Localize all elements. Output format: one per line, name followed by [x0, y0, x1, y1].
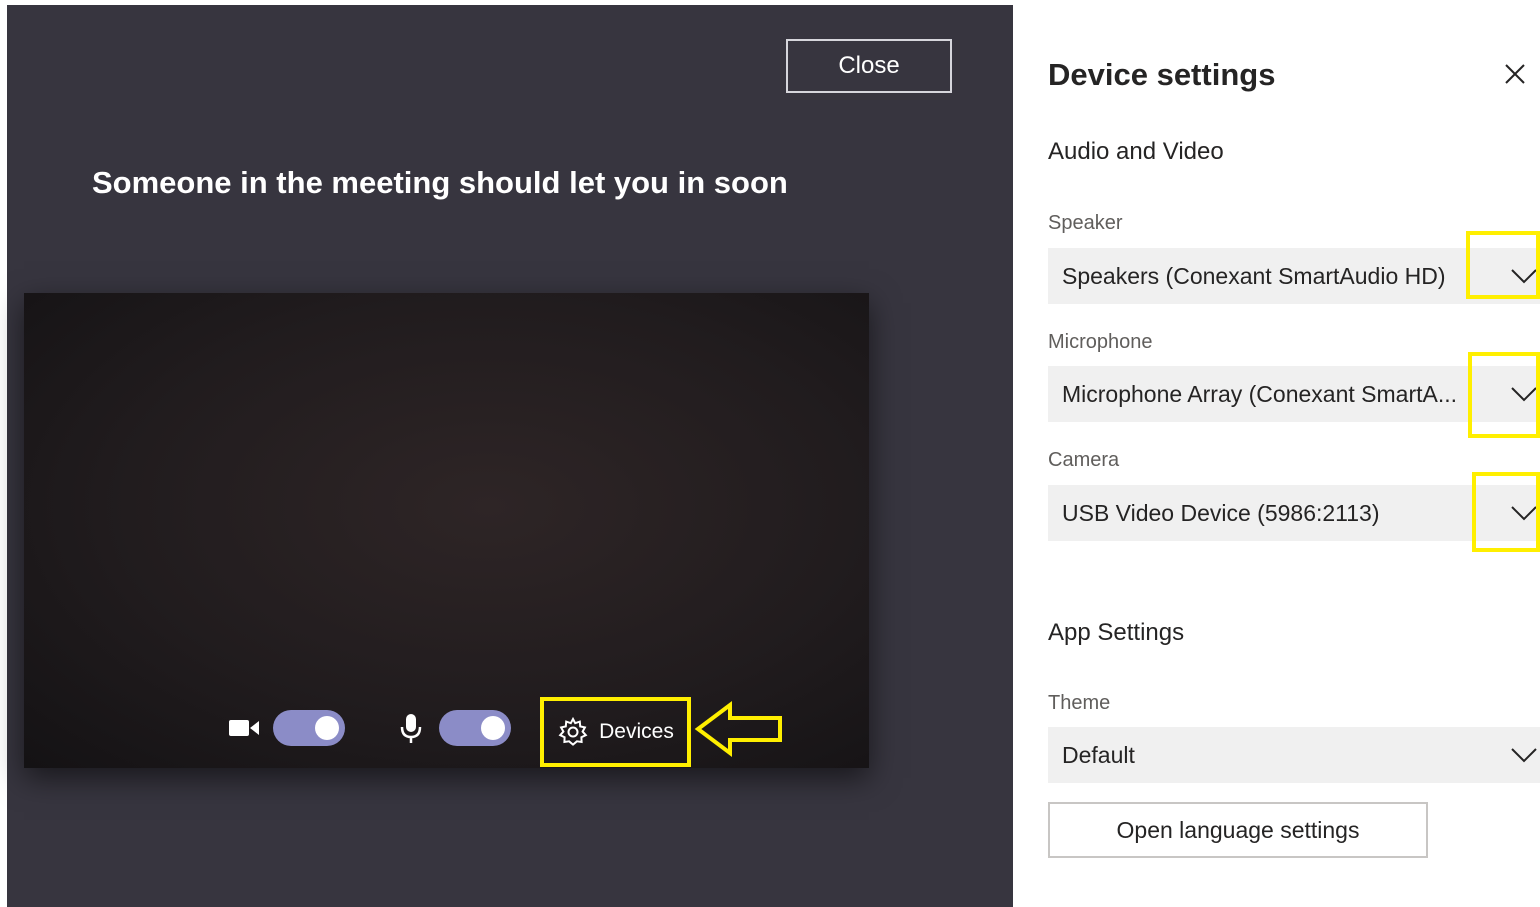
gear-icon [558, 716, 588, 746]
speaker-dropdown[interactable]: Speakers (Conexant SmartAudio HD) [1048, 248, 1540, 304]
microphone-label: Microphone [1048, 331, 1153, 353]
audio-video-heading: Audio and Video [1048, 138, 1224, 165]
devices-button[interactable]: Devices [540, 697, 691, 767]
camera-toggle-knob [315, 716, 339, 740]
speaker-label: Speaker [1048, 212, 1123, 234]
camera-value: USB Video Device (5986:2113) [1062, 500, 1380, 526]
open-language-settings-button[interactable]: Open language settings [1048, 802, 1428, 858]
video-camera-icon[interactable] [229, 717, 259, 739]
theme-dropdown[interactable]: Default [1048, 727, 1540, 783]
microphone-dropdown[interactable]: Microphone Array (Conexant SmartA... [1048, 366, 1540, 422]
waiting-message: Someone in the meeting should let you in… [92, 165, 788, 200]
theme-value: Default [1062, 742, 1135, 768]
annotation-arrow-icon [694, 701, 782, 757]
microphone-value: Microphone Array (Conexant SmartA... [1062, 381, 1457, 407]
chevron-down-icon [1511, 269, 1537, 284]
panel-title: Device settings [1048, 57, 1276, 92]
microphone-toggle[interactable] [439, 710, 511, 746]
camera-dropdown[interactable]: USB Video Device (5986:2113) [1048, 485, 1540, 541]
microphone-toggle-knob [481, 716, 505, 740]
app-settings-heading: App Settings [1048, 619, 1185, 646]
microphone-icon[interactable] [400, 714, 422, 744]
close-icon[interactable] [1503, 62, 1527, 86]
chevron-down-icon [1511, 387, 1537, 402]
speaker-value: Speakers (Conexant SmartAudio HD) [1062, 263, 1446, 289]
theme-label: Theme [1048, 692, 1111, 714]
device-settings-panel: Device settings Audio and Video Speaker … [1013, 0, 1540, 907]
chevron-down-icon [1511, 748, 1537, 763]
chevron-down-icon [1511, 506, 1537, 521]
close-button[interactable]: Close [786, 39, 952, 93]
camera-label: Camera [1048, 449, 1120, 471]
devices-label: Devices [599, 720, 674, 743]
video-preview: Devices [24, 293, 869, 768]
camera-toggle[interactable] [273, 710, 345, 746]
meeting-lobby: Close Someone in the meeting should let … [7, 5, 1013, 907]
